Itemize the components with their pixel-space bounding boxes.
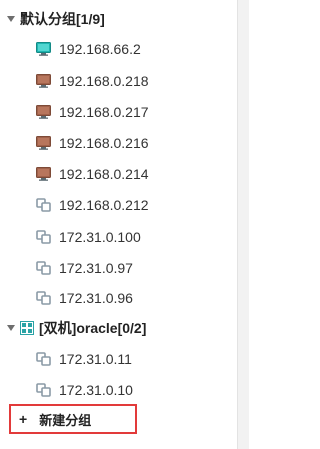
- host-item[interactable]: 172.31.0.10: [36, 379, 133, 401]
- linked-host-icon: [36, 352, 51, 366]
- group-label: [双机]oracle[0/2]: [39, 320, 147, 336]
- scrollbar-track[interactable]: [237, 0, 249, 449]
- host-ip: 192.168.0.214: [59, 166, 149, 182]
- host-ip: 172.31.0.97: [59, 260, 133, 276]
- chevron-down-icon[interactable]: [6, 14, 16, 24]
- host-ip: 172.31.0.11: [59, 351, 132, 367]
- group-header-oracle[interactable]: [双机]oracle[0/2]: [0, 318, 146, 338]
- group-header-default[interactable]: 默认分组[1/9]: [0, 9, 105, 29]
- host-item[interactable]: 192.168.0.212: [36, 194, 149, 216]
- host-item[interactable]: 172.31.0.97: [36, 257, 133, 279]
- host-item[interactable]: 192.168.0.214: [36, 163, 149, 185]
- host-item[interactable]: 192.168.0.218: [36, 70, 149, 92]
- linked-host-icon: [36, 198, 51, 212]
- host-ip: 192.168.0.216: [59, 135, 149, 151]
- host-item[interactable]: 172.31.0.96: [36, 287, 133, 309]
- chevron-down-icon[interactable]: [6, 323, 16, 333]
- cluster-icon: [20, 321, 34, 335]
- host-item[interactable]: 192.168.0.216: [36, 132, 149, 154]
- monitor-offline-icon: [36, 74, 51, 88]
- host-ip: 192.168.0.217: [59, 104, 149, 120]
- monitor-offline-icon: [36, 105, 51, 119]
- linked-host-icon: [36, 291, 51, 305]
- group-label: 默认分组[1/9]: [20, 11, 105, 27]
- plus-icon: +: [19, 411, 28, 427]
- host-ip: 172.31.0.10: [59, 382, 133, 398]
- host-ip: 172.31.0.96: [59, 290, 133, 306]
- linked-host-icon: [36, 383, 51, 397]
- host-ip: 192.168.0.218: [59, 73, 149, 89]
- host-item[interactable]: 172.31.0.11: [36, 348, 132, 370]
- host-item[interactable]: 192.168.0.217: [36, 101, 149, 123]
- linked-host-icon: [36, 261, 51, 275]
- host-ip: 172.31.0.100: [59, 229, 141, 245]
- new-group-label: 新建分组: [39, 412, 92, 428]
- host-ip: 192.168.66.2: [59, 41, 141, 57]
- monitor-online-icon: [36, 42, 51, 56]
- host-item[interactable]: 172.31.0.100: [36, 226, 141, 248]
- monitor-offline-icon: [36, 167, 51, 181]
- monitor-offline-icon: [36, 136, 51, 150]
- host-item[interactable]: 192.168.66.2: [36, 38, 141, 60]
- host-ip: 192.168.0.212: [59, 197, 149, 213]
- new-group-button[interactable]: + 新建分组: [9, 404, 137, 434]
- linked-host-icon: [36, 230, 51, 244]
